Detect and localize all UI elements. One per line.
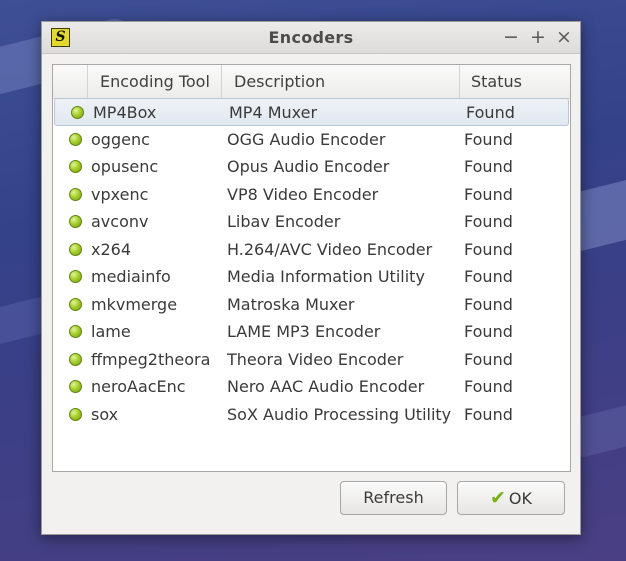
cell-tool: vpxenc: [91, 184, 149, 204]
minimize-icon[interactable]: −: [501, 26, 521, 48]
cell-description: VP8 Video Encoder: [227, 184, 379, 204]
table-row[interactable]: lame LAME MP3 Encoder Found: [53, 318, 570, 346]
table-row[interactable]: oggenc OGG Audio Encoder Found: [53, 126, 570, 154]
cell-status: Found: [464, 267, 513, 286]
cell-status: Found: [464, 129, 513, 149]
table-header: Encoding Tool Description Status: [53, 65, 570, 99]
table-row[interactable]: avconv Libav Encoder Found: [53, 208, 570, 236]
column-header-indicator[interactable]: [53, 65, 87, 98]
cell-status: Found: [464, 239, 513, 259]
cell-tool: sox: [91, 404, 119, 424]
cell-status: Found: [464, 322, 513, 341]
cell-status: Found: [466, 103, 515, 122]
maximize-icon[interactable]: +: [528, 26, 548, 48]
ok-button[interactable]: ✔ OK: [457, 481, 565, 515]
cell-tool: x264: [91, 239, 132, 259]
cell-status: Found: [464, 212, 513, 231]
column-header-description[interactable]: Description: [221, 65, 459, 98]
title-bar[interactable]: S Encoders − + ×: [42, 22, 580, 54]
cell-tool: lame: [91, 322, 131, 341]
cell-tool: neroAacEnc: [91, 377, 186, 396]
table-row[interactable]: mkvmerge Matroska Muxer Found: [53, 291, 570, 319]
table-row[interactable]: x264 H.264/AVC Video Encoder Found: [53, 236, 570, 264]
cell-tool: MP4Box: [93, 103, 157, 122]
cell-description: Matroska Muxer: [227, 294, 355, 314]
status-indicator-icon: [69, 215, 82, 228]
refresh-button-label: Refresh: [363, 488, 424, 507]
close-icon[interactable]: ×: [554, 26, 574, 48]
status-indicator-icon: [69, 297, 82, 311]
status-indicator-icon: [69, 132, 82, 146]
cell-tool: ffmpeg2theora: [91, 349, 211, 369]
status-indicator-icon: [69, 270, 82, 283]
table-row[interactable]: sox SoX Audio Processing Utility Found: [53, 401, 570, 429]
status-indicator-icon: [69, 325, 82, 338]
cell-description: LAME MP3 Encoder: [227, 322, 381, 341]
table-row[interactable]: neroAacEnc Nero AAC Audio Encoder Found: [53, 373, 570, 401]
table-row[interactable]: MP4Box MP4 Muxer Found: [54, 98, 569, 126]
status-indicator-icon: [69, 187, 82, 201]
check-icon: ✔: [489, 487, 506, 509]
cell-description: H.264/AVC Video Encoder: [227, 239, 433, 259]
table-row[interactable]: mediainfo Media Information Utility Found: [53, 263, 570, 291]
cell-status: Found: [464, 377, 513, 396]
cell-description: SoX Audio Processing Utility: [227, 404, 452, 424]
table-body: MP4Box MP4 Muxer Found oggenc OGG Audio Enco…: [53, 98, 570, 428]
column-header-encoding-tool[interactable]: Encoding Tool: [87, 65, 221, 98]
encoders-table: Encoding Tool Description Status MP4Box M…: [52, 64, 571, 472]
cell-tool: mediainfo: [91, 267, 171, 286]
cell-description: OGG Audio Encoder: [227, 129, 386, 149]
cell-description: MP4 Muxer: [229, 103, 318, 122]
column-header-status[interactable]: Status: [459, 65, 570, 98]
status-indicator-icon: [69, 242, 82, 256]
cell-status: Found: [464, 157, 513, 176]
status-indicator-icon: [71, 106, 84, 119]
table-row[interactable]: vpxenc VP8 Video Encoder Found: [53, 181, 570, 209]
cell-tool: oggenc: [91, 129, 150, 149]
ok-button-label: OK: [508, 489, 532, 508]
status-indicator-icon: [69, 407, 82, 421]
refresh-button[interactable]: Refresh: [340, 481, 447, 515]
status-indicator-icon: [69, 160, 82, 173]
status-indicator-icon: [69, 352, 82, 366]
cell-description: Media Information Utility: [227, 267, 425, 286]
cell-status: Found: [464, 349, 513, 369]
cell-status: Found: [464, 404, 513, 424]
cell-status: Found: [464, 184, 513, 204]
cell-tool: mkvmerge: [91, 294, 178, 314]
cell-description: Theora Video Encoder: [227, 349, 404, 369]
cell-description: Libav Encoder: [227, 212, 341, 231]
cell-tool: opusenc: [91, 157, 159, 176]
table-row[interactable]: opusenc Opus Audio Encoder Found: [53, 153, 570, 181]
encoders-dialog: S Encoders − + × Encoding Tool Descripti…: [41, 21, 581, 535]
table-row[interactable]: ffmpeg2theora Theora Video Encoder Found: [53, 346, 570, 374]
cell-tool: avconv: [91, 212, 149, 231]
cell-description: Nero AAC Audio Encoder: [227, 377, 425, 396]
cell-description: Opus Audio Encoder: [227, 157, 390, 176]
status-indicator-icon: [69, 380, 82, 393]
cell-status: Found: [464, 294, 513, 314]
window-title: Encoders: [268, 28, 354, 47]
